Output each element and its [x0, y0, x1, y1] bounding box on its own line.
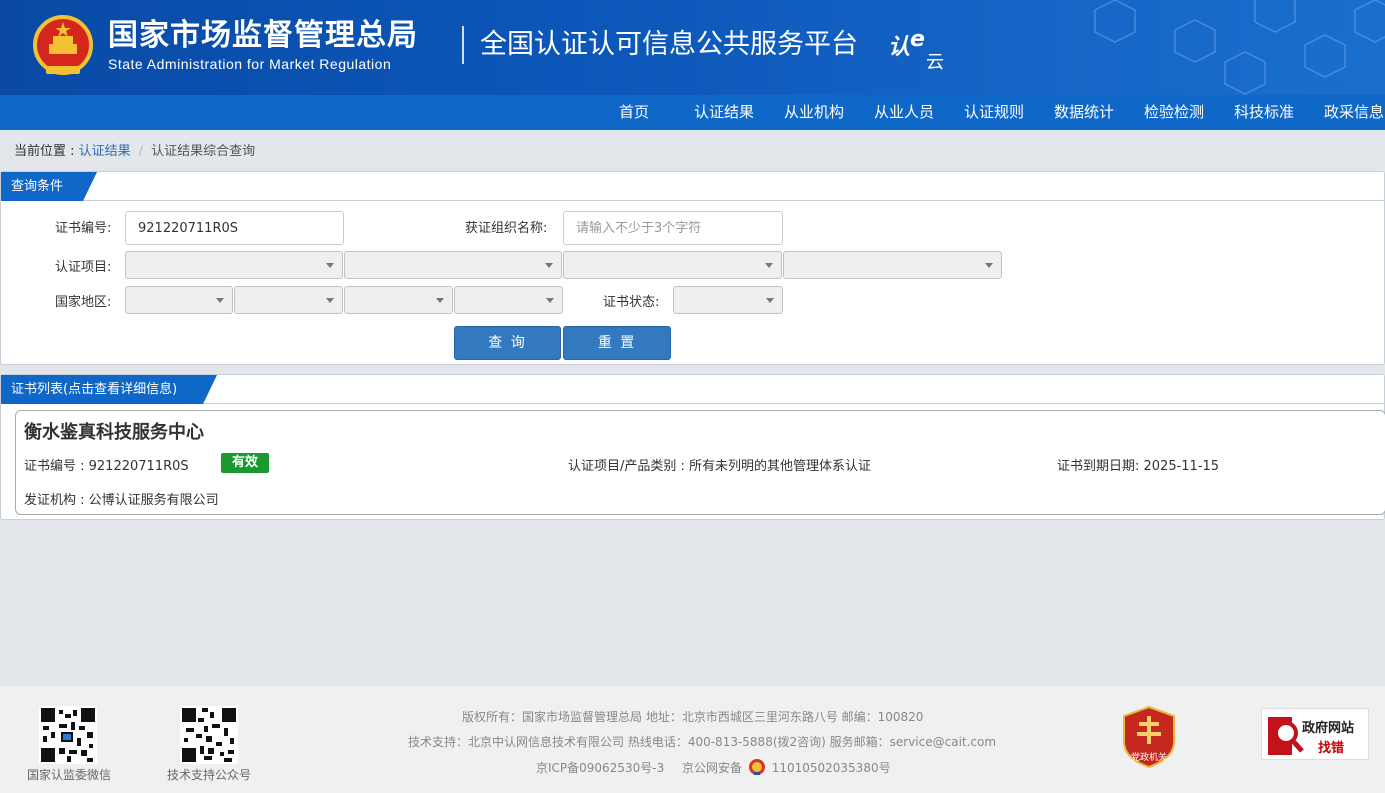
chevron-down-icon	[436, 298, 444, 303]
main-nav: 首页 认证结果 从业机构 从业人员 认证规则 数据统计 检验检测 科技标准 政采…	[0, 95, 1385, 130]
nav-item-home[interactable]: 首页	[619, 95, 649, 130]
project-select-1[interactable]	[125, 251, 343, 279]
results-panel-header: 证书列表(点击查看详细信息)	[1, 375, 1384, 404]
results-panel-title: 证书列表(点击查看详细信息)	[11, 382, 178, 397]
reset-button[interactable]: 重 置	[563, 326, 671, 360]
chevron-down-icon	[546, 298, 554, 303]
nav-item-cert-results[interactable]: 认证结果	[694, 95, 754, 130]
status-badge: 有效	[221, 453, 269, 473]
gov-website-error-report[interactable]: 政府网站 找错	[1261, 708, 1369, 760]
org-name-cn: 国家市场监督管理总局	[108, 18, 418, 53]
chevron-down-icon	[545, 263, 553, 268]
cert-no-input[interactable]	[125, 211, 344, 245]
gov-box-line2: 找错	[1318, 741, 1345, 756]
project-select-2[interactable]	[344, 251, 562, 279]
chevron-down-icon	[216, 298, 224, 303]
org-name-en: State Administration for Market Regulati…	[108, 56, 392, 72]
query-panel-title: 查询条件	[11, 179, 64, 194]
results-panel: 证书列表(点击查看详细信息) 衡水鉴真科技服务中心 证书编号 : 9212207…	[0, 374, 1385, 520]
icp-link[interactable]: 京ICP备09062530号-3	[536, 761, 664, 775]
chevron-down-icon	[766, 298, 774, 303]
query-panel: 查询条件 证书编号: 获证组织名称: 认证项目: 国家地区: 证书状态: 查 询…	[0, 171, 1385, 365]
footer-registration: 京ICP备09062530号-3 京公网安备 11010502035380号	[536, 758, 891, 776]
cert-result-card[interactable]: 衡水鉴真科技服务中心 证书编号 : 921220711R0S 有效 认证项目/产…	[15, 410, 1385, 515]
chevron-down-icon	[765, 263, 773, 268]
breadcrumb-current: 认证结果综合查询	[151, 144, 256, 159]
site-header: 国家市场监督管理总局 State Administration for Mark…	[0, 0, 1385, 95]
query-panel-header: 查询条件	[1, 172, 1384, 201]
ren-e-yun-logo: 认 e 云	[888, 27, 944, 72]
gov-box-line1: 政府网站	[1302, 721, 1355, 736]
breadcrumb: 当前位置 : 认证结果 / 认证结果综合查询	[14, 140, 255, 159]
national-emblem-icon	[33, 15, 93, 75]
nav-item-rules[interactable]: 认证规则	[964, 95, 1024, 130]
party-badge-label: 党政机关	[1131, 751, 1167, 763]
svg-text:云: 云	[926, 52, 944, 72]
qr-code-icon	[39, 706, 97, 764]
magnifier-icon	[1268, 717, 1304, 755]
region-select-3[interactable]	[344, 286, 453, 314]
police-label: 京公网安备	[682, 761, 743, 775]
cert-expiry: 证书到期日期: 2025-11-15	[1057, 459, 1220, 474]
region-select-4[interactable]	[454, 286, 563, 314]
nav-item-inspection[interactable]: 检验检测	[1144, 95, 1204, 130]
status-label: 证书状态:	[603, 295, 660, 310]
cert-number: 证书编号 : 921220711R0S	[24, 459, 189, 474]
header-divider	[462, 26, 464, 64]
cert-no-label: 证书编号:	[55, 221, 112, 236]
region-select-2[interactable]	[234, 286, 343, 314]
org-name-input[interactable]	[563, 211, 783, 245]
region-label: 国家地区:	[55, 295, 112, 310]
search-button[interactable]: 查 询	[454, 326, 561, 360]
chevron-down-icon	[326, 263, 334, 268]
chevron-down-icon	[985, 263, 993, 268]
svg-text:e: e	[910, 27, 925, 52]
police-number[interactable]: 11010502035380号	[772, 761, 891, 775]
project-label: 认证项目:	[55, 260, 112, 275]
party-organ-badge-icon[interactable]: 党政机关	[1122, 706, 1176, 768]
cert-org-name: 衡水鉴真科技服务中心	[24, 422, 204, 443]
platform-title: 全国认证认可信息公共服务平台	[480, 29, 858, 60]
nav-item-personnel[interactable]: 从业人员	[874, 95, 934, 130]
nav-item-standards[interactable]: 科技标准	[1234, 95, 1294, 130]
region-select-1[interactable]	[125, 286, 233, 314]
query-panel-tab: 查询条件	[1, 172, 97, 201]
qr2-caption: 技术支持公众号	[167, 768, 252, 782]
qr-code-icon	[180, 706, 238, 764]
results-panel-tab: 证书列表(点击查看详细信息)	[1, 375, 217, 404]
chevron-down-icon	[326, 298, 334, 303]
breadcrumb-link-cert-results[interactable]: 认证结果	[79, 144, 131, 159]
nav-item-procurement[interactable]: 政采信息	[1324, 95, 1384, 130]
project-select-3[interactable]	[563, 251, 782, 279]
hexagon-pattern-decoration	[1094, 0, 1385, 95]
breadcrumb-separator: /	[138, 144, 144, 159]
site-footer: 国家认监委微信 技术支持公众号 版权所有：国家市场监督管理总局 地址：北京市西城…	[0, 686, 1385, 793]
org-name-label: 获证组织名称:	[465, 221, 548, 236]
breadcrumb-prefix: 当前位置 :	[14, 144, 79, 159]
svg-text:认: 认	[888, 35, 910, 60]
footer-support: 技术支持：北京中认网信息技术有限公司 热线电话：400-813-5888(拨2咨…	[408, 735, 997, 749]
qr1-caption: 国家认监委微信	[27, 768, 112, 782]
nav-item-statistics[interactable]: 数据统计	[1054, 95, 1114, 130]
cert-issuer: 发证机构 : 公博认证服务有限公司	[24, 493, 219, 508]
status-select[interactable]	[673, 286, 783, 314]
project-select-4[interactable]	[783, 251, 1002, 279]
nav-item-institutions[interactable]: 从业机构	[784, 95, 844, 130]
cert-category: 认证项目/产品类别 : 所有未列明的其他管理体系认证	[568, 459, 872, 474]
police-badge-icon	[748, 759, 765, 775]
footer-copyright: 版权所有：国家市场监督管理总局 地址：北京市西城区三里河东路八号 邮编：1008…	[462, 710, 924, 724]
